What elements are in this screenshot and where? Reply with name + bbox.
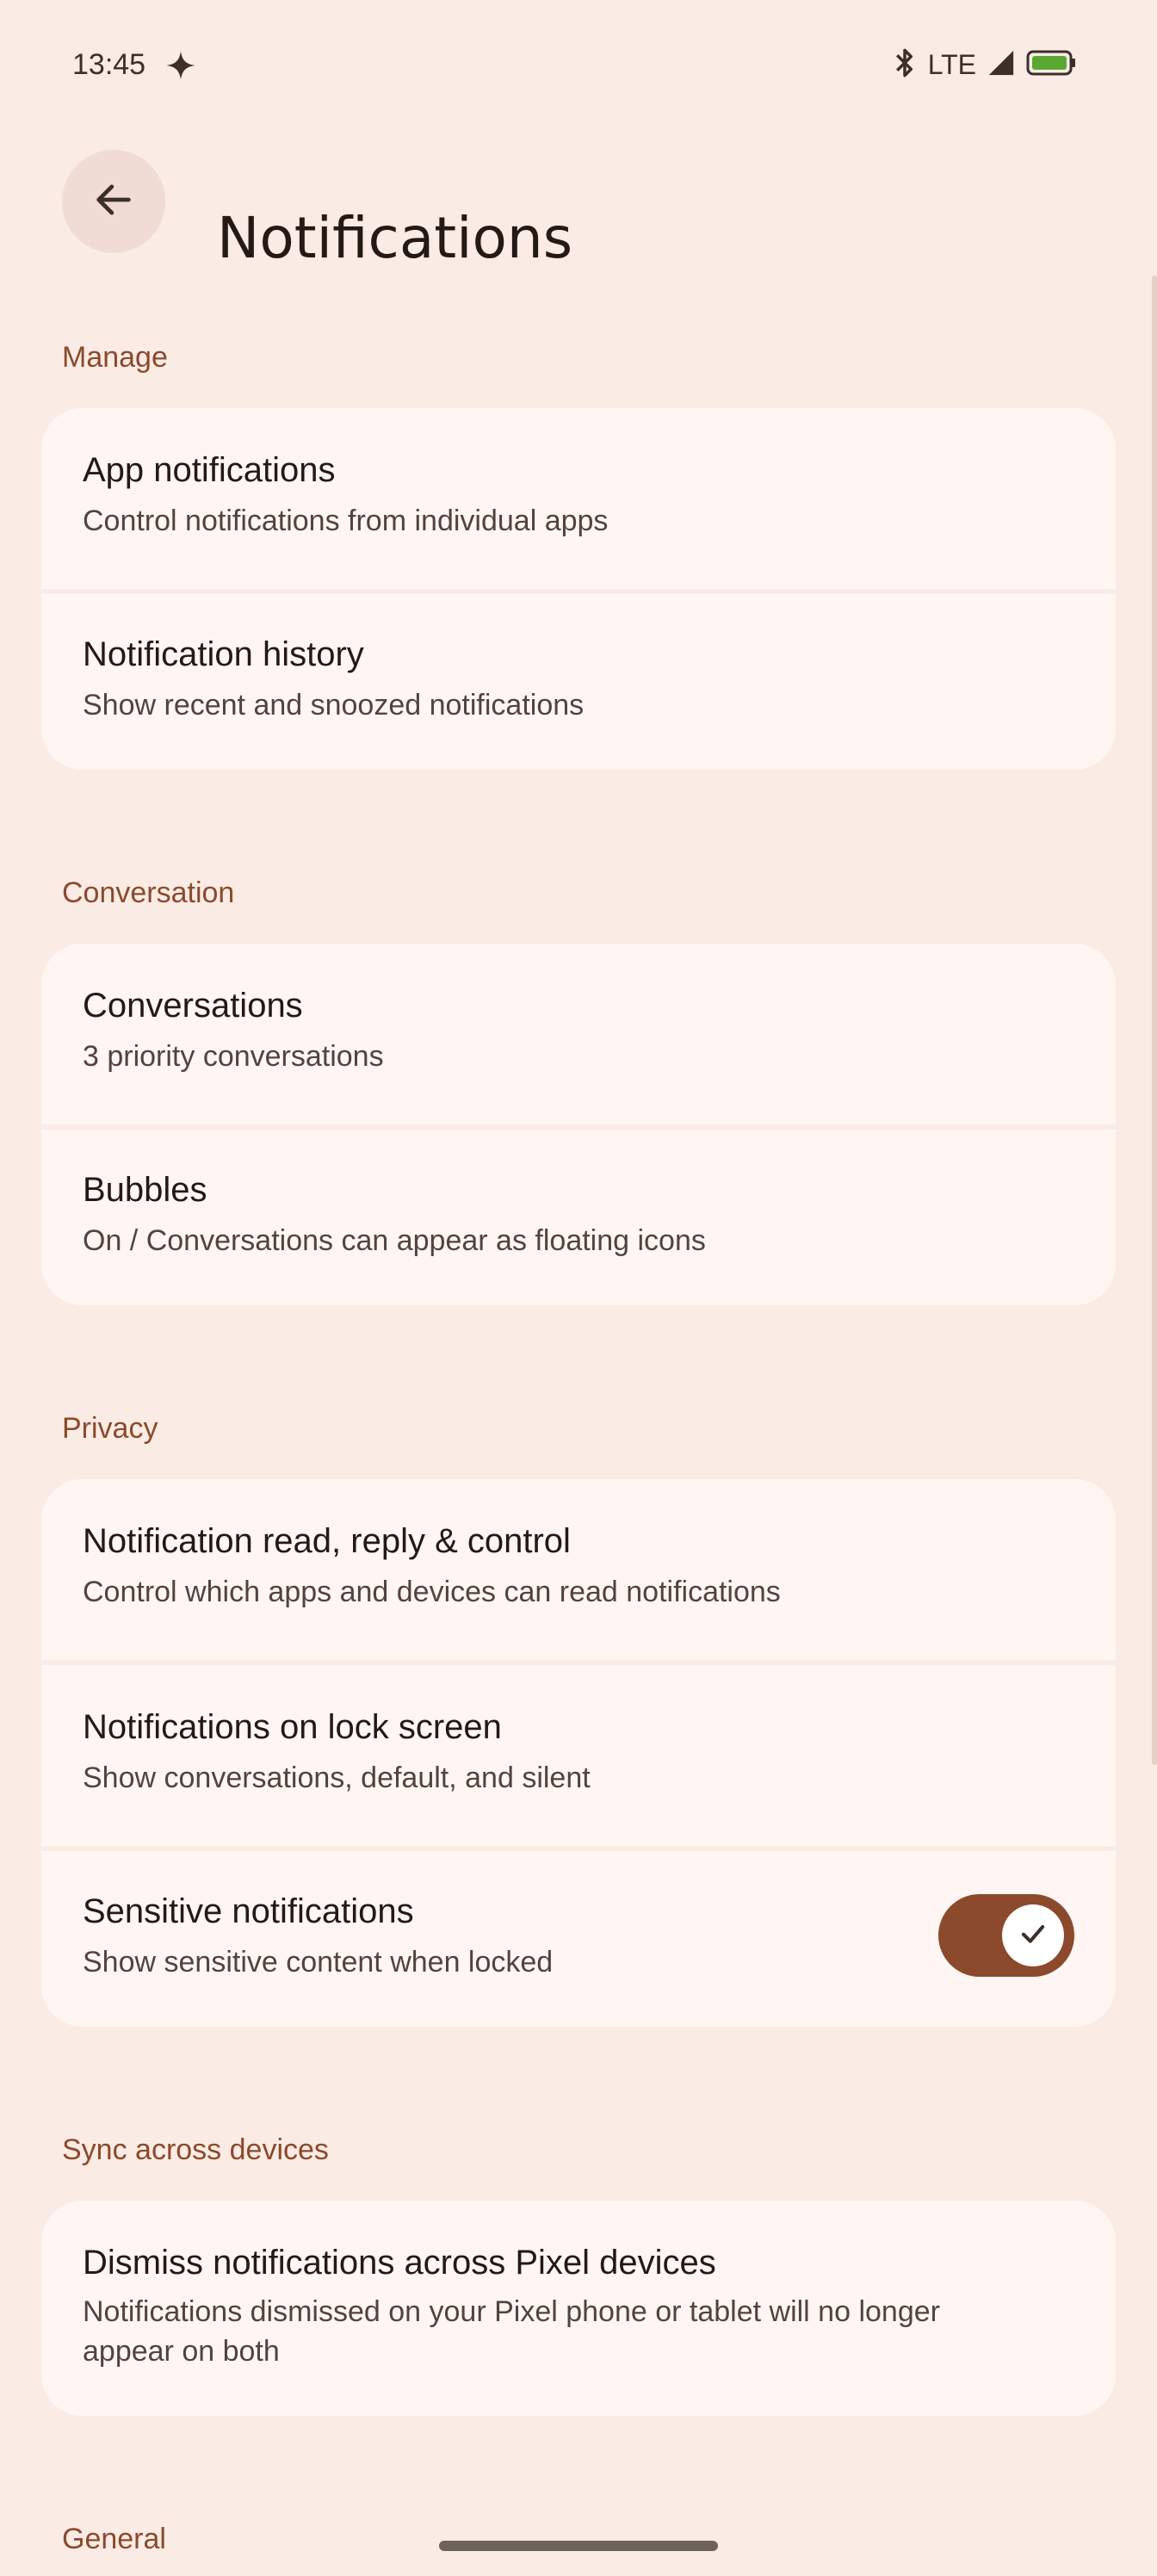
toggle-thumb xyxy=(1002,1904,1064,1966)
setting-title: Notification read, reply & control xyxy=(83,1522,571,1560)
section-header-conversation: Conversation xyxy=(62,876,235,909)
setting-title: App notifications xyxy=(83,451,336,489)
setting-title: Dismiss notifications across Pixel devic… xyxy=(83,2244,716,2282)
setting-notification-read-reply-control[interactable]: Notification read, reply & control Contr… xyxy=(41,1479,1116,1660)
arrow-back-icon xyxy=(91,177,136,226)
setting-app-notifications[interactable]: App notifications Control notifications … xyxy=(41,408,1116,589)
setting-title: Bubbles xyxy=(83,1171,207,1209)
sparkle-icon xyxy=(165,50,196,85)
scrollbar[interactable] xyxy=(1152,276,1157,1765)
signal-icon xyxy=(987,48,1016,82)
setting-subtitle: Control which apps and devices can read … xyxy=(83,1576,781,1608)
setting-notifications-on-lock-screen[interactable]: Notifications on lock screen Show conver… xyxy=(41,1665,1116,1846)
battery-icon xyxy=(1026,48,1076,82)
app-bar: Notifications xyxy=(0,138,1157,271)
status-icons: LTE xyxy=(892,46,1076,84)
setting-title: Conversations xyxy=(83,987,303,1025)
status-time: 13:45 xyxy=(72,48,146,81)
bluetooth-icon xyxy=(892,46,918,84)
home-indicator[interactable] xyxy=(439,2541,718,2551)
setting-bubbles[interactable]: Bubbles On / Conversations can appear as… xyxy=(41,1130,1116,1305)
sensitive-notifications-toggle[interactable] xyxy=(938,1894,1074,1977)
setting-title: Notifications on lock screen xyxy=(83,1708,502,1746)
setting-conversations[interactable]: Conversations 3 priority conversations xyxy=(41,944,1116,1124)
section-header-sync: Sync across devices xyxy=(62,2133,329,2166)
setting-subtitle: Show sensitive content when locked xyxy=(83,1946,554,1978)
back-button[interactable] xyxy=(62,150,165,253)
setting-dismiss-across-pixel-devices[interactable]: Dismiss notifications across Pixel devic… xyxy=(41,2201,1116,2416)
check-icon xyxy=(1017,1917,1049,1954)
section-header-general: General xyxy=(62,2523,166,2555)
setting-title: Sensitive notifications xyxy=(83,1892,414,1930)
setting-subtitle: On / Conversations can appear as floatin… xyxy=(83,1224,706,1257)
setting-notification-history[interactable]: Notification history Show recent and sno… xyxy=(41,594,1116,770)
setting-subtitle: Show recent and snoozed notifications xyxy=(83,689,585,721)
section-header-privacy: Privacy xyxy=(62,1412,158,1445)
setting-subtitle: Show conversations, default, and silent xyxy=(83,1762,591,1794)
section-header-manage: Manage xyxy=(62,341,168,374)
setting-sensitive-notifications[interactable]: Sensitive notifications Show sensitive c… xyxy=(41,1851,1116,2027)
setting-title: Notification history xyxy=(83,635,364,673)
setting-subtitle: Control notifications from individual ap… xyxy=(83,505,609,537)
setting-subtitle: 3 priority conversations xyxy=(83,1040,384,1073)
network-type: LTE xyxy=(927,49,976,80)
setting-subtitle: Notifications dismissed on your Pixel ph… xyxy=(83,2295,940,2368)
status-bar: 13:45 LTE xyxy=(0,0,1157,129)
page-title: Notifications xyxy=(217,205,573,272)
